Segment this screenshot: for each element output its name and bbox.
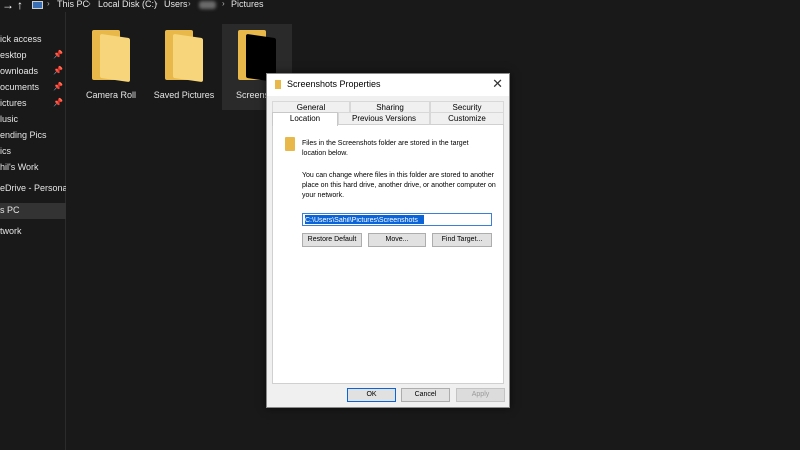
sidebar-item-downloads[interactable]: ownloads 📌 (0, 64, 66, 80)
sidebar-item-label: s PC (0, 205, 20, 215)
breadcrumb-user-blurred[interactable] (199, 1, 216, 9)
properties-dialog: Screenshots Properties ✕ General Sharing… (266, 73, 510, 408)
sidebar-item-onedrive[interactable]: eDrive - Personal (0, 181, 66, 197)
pin-icon: 📌 (53, 66, 63, 75)
move-button[interactable]: Move... (368, 233, 426, 247)
dialog-titlebar[interactable]: Screenshots Properties ✕ (267, 74, 509, 96)
up-arrow-icon[interactable]: ↑ (17, 0, 23, 12)
folder-icon (285, 137, 295, 151)
cancel-button[interactable]: Cancel (401, 388, 450, 402)
sidebar-item-label: ending Pics (0, 130, 47, 140)
sidebar-item-pictures[interactable]: ictures 📌 (0, 96, 66, 112)
tab-customize[interactable]: Customize (430, 112, 504, 124)
sidebar-item-label: esktop (0, 50, 27, 60)
sidebar-item-this-pc[interactable]: s PC (0, 203, 66, 219)
sidebar-item-network[interactable]: twork (0, 224, 66, 240)
ok-button[interactable]: OK (347, 388, 396, 402)
chevron-right-icon: › (155, 0, 158, 8)
location-path-input[interactable] (305, 215, 489, 225)
folder-label: Saved Pictures (153, 90, 215, 100)
restore-default-button[interactable]: Restore Default (302, 233, 362, 247)
breadcrumb-pictures[interactable]: Pictures (231, 0, 264, 9)
location-path-field[interactable] (302, 213, 492, 226)
sidebar-item-desktop[interactable]: esktop 📌 (0, 48, 66, 64)
chevron-right-icon: › (188, 0, 191, 8)
sidebar-item-label: ics (0, 146, 11, 156)
breadcrumb-local-disk[interactable]: Local Disk (C:) (98, 0, 157, 9)
move-description: You can change where files in this folde… (302, 172, 496, 199)
find-target-button[interactable]: Find Target... (432, 233, 492, 247)
folder-tile-camera-roll[interactable]: Camera Roll (76, 24, 146, 110)
tab-location[interactable]: Location (272, 112, 338, 126)
dialog-title: Screenshots Properties (287, 79, 381, 89)
sidebar-item-label: twork (0, 226, 22, 236)
folder-tile-saved-pictures[interactable]: Saved Pictures (149, 24, 219, 110)
sidebar-item-label: hil's Work (0, 162, 39, 172)
folder-label: Camera Roll (85, 90, 136, 100)
this-pc-icon (32, 1, 43, 9)
folder-icon (92, 30, 130, 83)
apply-button[interactable]: Apply (456, 388, 505, 402)
chevron-right-icon: › (47, 0, 50, 8)
sidebar-item-label: eDrive - Personal (0, 183, 66, 193)
breadcrumb-users[interactable]: Users (164, 0, 188, 9)
sidebar-item-label: lusic (0, 114, 19, 124)
navigation-pane: ick access esktop 📌 ownloads 📌 ocuments 📌 i… (0, 12, 66, 450)
sidebar-item-sahils-work[interactable]: hil's Work (0, 160, 66, 176)
sidebar-item-label: ocuments (0, 82, 40, 92)
folder-icon (275, 80, 281, 89)
pin-icon: 📌 (53, 50, 63, 59)
sidebar-item-label: ictures (0, 98, 27, 108)
sidebar-item-documents[interactable]: ocuments 📌 (0, 80, 66, 96)
chevron-right-icon: › (88, 0, 91, 8)
sidebar-item-label: ownloads (0, 66, 39, 76)
forward-arrow-icon[interactable]: → (2, 0, 14, 12)
address-bar: → ↑ › This PC › Local Disk (C:) › Users … (0, 0, 800, 12)
close-icon[interactable]: ✕ (492, 76, 503, 92)
chevron-right-icon: › (222, 0, 225, 8)
location-tab-panel: Files in the Screenshots folder are stor… (272, 124, 504, 384)
folder-icon (165, 30, 203, 83)
sidebar-item-quick-access[interactable]: ick access (0, 32, 66, 48)
pin-icon: 📌 (53, 98, 63, 107)
pin-icon: 📌 (53, 82, 63, 91)
tab-previous-versions[interactable]: Previous Versions (338, 112, 430, 124)
sidebar-item-pics[interactable]: ics (0, 144, 66, 160)
breadcrumb-this-pc[interactable]: This PC (57, 0, 89, 9)
sidebar-item-label: ick access (0, 34, 42, 44)
sidebar-item-trending-pics[interactable]: ending Pics (0, 128, 66, 144)
location-description: Files in the Screenshots folder are stor… (302, 140, 469, 157)
sidebar-item-music[interactable]: lusic (0, 112, 66, 128)
